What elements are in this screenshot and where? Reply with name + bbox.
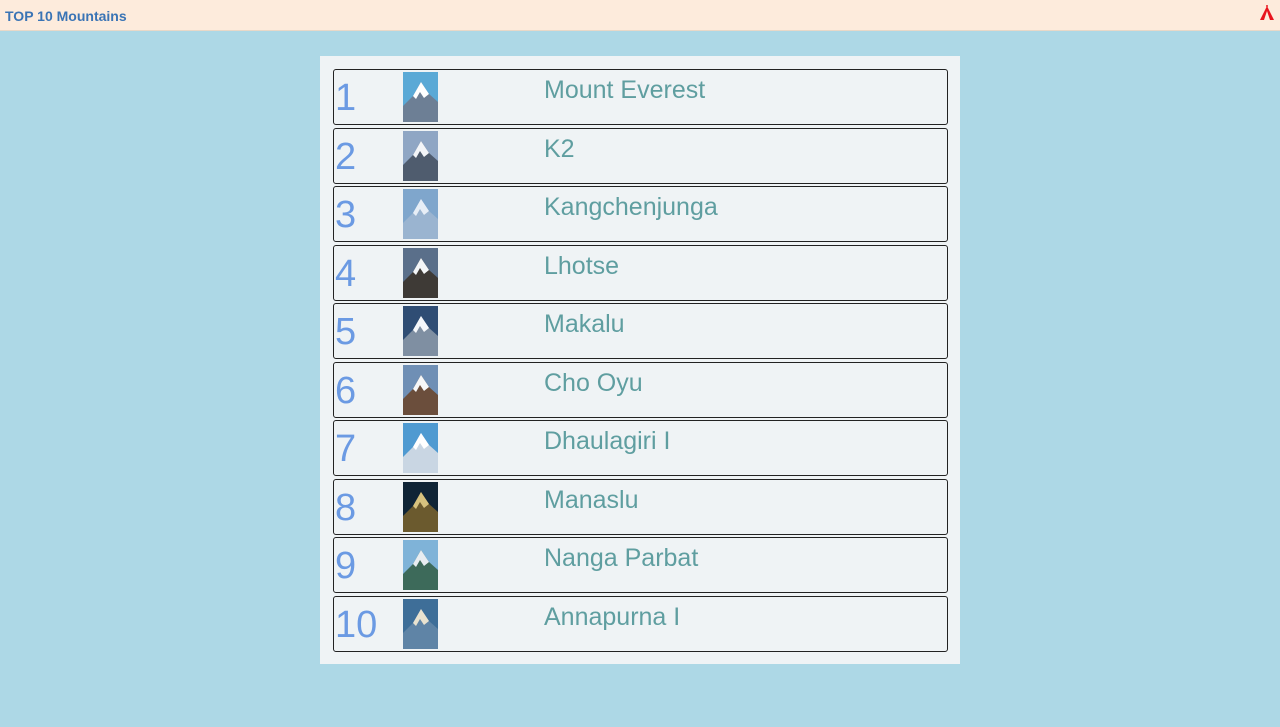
list-item[interactable]: 9 Nanga Parbat [333,537,948,593]
rank-number: 4 [335,252,357,295]
mountain-name: Mount Everest [544,76,706,104]
mountain-photo-nanga-parbat [403,540,438,590]
app-title: TOP 10 Mountains [5,8,127,24]
list-item[interactable]: 1 Mount Everest [333,69,948,125]
mountain-name: Lhotse [544,251,620,280]
top-bar: TOP 10 Mountains [0,0,1280,31]
mountain-name: Dhaulagiri I [544,427,671,455]
mountain-photo-annapurna [403,598,438,649]
list-item[interactable]: 5 Makalu [333,303,948,359]
mountain-photo-cho-oyu [403,364,438,415]
rank-number: 1 [335,77,357,119]
list-item[interactable]: 6 Cho Oyu [333,361,948,418]
mountain-photo-everest [403,72,438,122]
mountain-name: K2 [544,134,575,163]
mountain-photo-lhotse [403,247,438,298]
rank-number: 5 [335,311,357,353]
list-item[interactable]: 3 Kangchenjunga [333,186,948,242]
list-item[interactable]: 2 K2 [333,127,948,184]
rank-number: 9 [335,545,357,587]
rank-number: 7 [335,428,357,470]
mountain-photo-makalu [403,306,438,356]
mountain-photo-manaslu [403,481,438,532]
mountain-name: Makalu [544,310,625,338]
mountain-name: Manaslu [544,485,639,514]
rank-number: 3 [335,194,357,236]
mountain-name: Kangchenjunga [544,193,718,221]
mountain-name: Cho Oyu [544,368,643,397]
list-item[interactable]: 7 Dhaulagiri I [333,420,948,476]
list-item[interactable]: 8 Manaslu [333,478,948,535]
rank-number: 2 [335,135,357,178]
rank-number: 10 [335,603,378,646]
rank-number: 8 [335,486,357,529]
mountain-list-panel: 1 Mount Everest 2 K2 3 Kangchenjunga 4 L… [320,56,960,664]
mountain-photo-dhaulagiri [403,423,438,473]
list-item[interactable]: 10 Annapurna I [333,595,948,652]
mountain-photo-k2 [403,130,438,181]
mountain-name: Nanga Parbat [544,544,699,572]
list-item[interactable]: 4 Lhotse [333,244,948,301]
rank-number: 6 [335,369,357,412]
tent-icon[interactable] [1258,4,1276,22]
mountain-list: 1 Mount Everest 2 K2 3 Kangchenjunga 4 L… [333,69,948,654]
mountain-photo-kangchenjunga [403,189,438,239]
mountain-name: Annapurna I [544,602,681,631]
